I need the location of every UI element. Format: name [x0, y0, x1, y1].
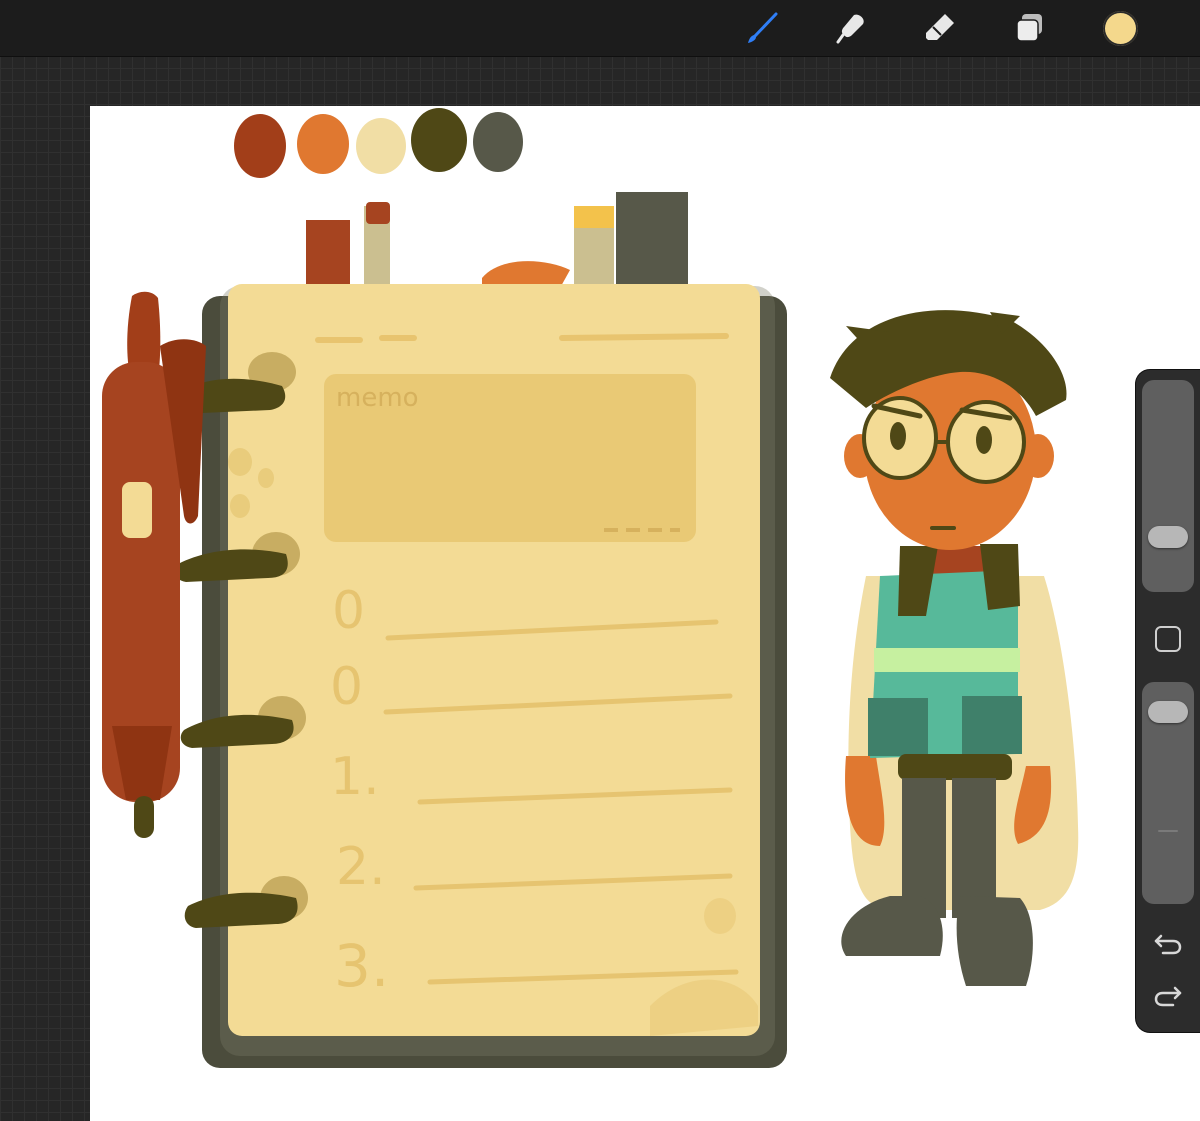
undo-icon	[1154, 934, 1182, 955]
brush-icon	[748, 12, 778, 43]
opacity-thumb[interactable]	[1148, 701, 1188, 723]
opacity-tick	[1158, 830, 1178, 832]
palette-swatch-cream	[356, 118, 406, 174]
list-marker-2: 0	[330, 657, 363, 717]
redo-icon	[1154, 986, 1182, 1007]
tab-rust	[306, 220, 350, 284]
redo-button[interactable]	[1150, 982, 1186, 1012]
current-color-button[interactable]	[1103, 11, 1138, 46]
opacity-slider[interactable]	[1142, 682, 1194, 904]
brush-size-thumb[interactable]	[1148, 526, 1188, 548]
list-marker-3: 1.	[330, 747, 380, 807]
palette-swatch-orange	[297, 114, 349, 174]
modify-button[interactable]	[1155, 626, 1181, 652]
side-toolbar	[1136, 370, 1200, 1032]
layers-button[interactable]	[1012, 10, 1048, 46]
list-marker-5: 3.	[334, 932, 389, 1000]
artwork: memo 0 0 1. 2. 3.	[102, 108, 1079, 1068]
palette-swatch-gray	[473, 112, 523, 172]
palette-swatch-rust	[234, 114, 286, 178]
smudge-tool-button[interactable]	[833, 10, 869, 46]
character	[830, 310, 1079, 986]
list-marker-4: 2.	[336, 837, 386, 897]
top-toolbar	[0, 0, 1200, 57]
eraser-icon	[926, 14, 954, 40]
list-marker-1: 0	[332, 581, 365, 641]
palette-swatch-olive	[411, 108, 467, 172]
brush-tool-button[interactable]	[744, 10, 780, 46]
eraser-tool-button[interactable]	[922, 10, 958, 46]
smudge-icon	[836, 14, 864, 44]
undo-button[interactable]	[1150, 930, 1186, 960]
drawing-canvas[interactable]: memo 0 0 1. 2. 3.	[90, 106, 1200, 1121]
brush-size-slider[interactable]	[1142, 380, 1194, 592]
layers-icon	[1016, 14, 1042, 42]
color-palette	[234, 108, 523, 178]
tab-gray	[616, 192, 688, 288]
memo-label: memo	[336, 383, 419, 413]
